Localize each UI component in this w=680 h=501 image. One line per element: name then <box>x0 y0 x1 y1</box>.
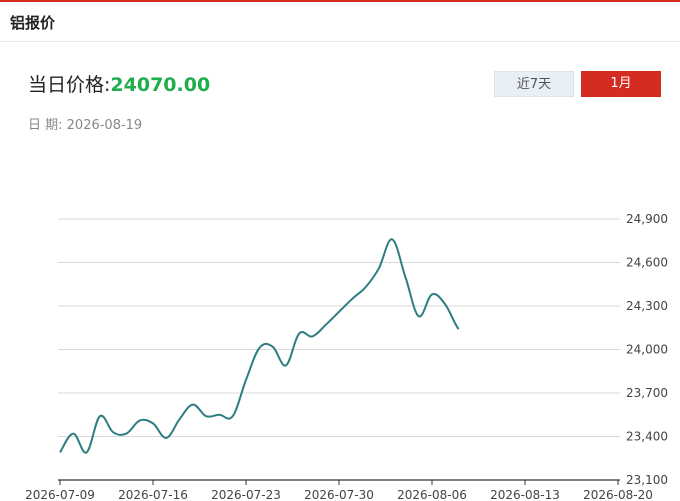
data-point[interactable] <box>297 332 301 336</box>
data-point[interactable] <box>364 285 368 289</box>
price-line-chart: 23,100 23,400 23,700 24,000 24,300 24,600 24,9… <box>25 190 668 501</box>
date-row: 日 期: 2026-08-19 <box>28 114 142 133</box>
tab-7-days[interactable]: 近7天 <box>494 71 574 97</box>
y-tick-label: 23,100 <box>626 473 668 487</box>
data-point[interactable] <box>390 237 394 241</box>
data-point[interactable] <box>138 419 142 423</box>
data-point[interactable] <box>603 190 607 192</box>
data-point[interactable] <box>85 450 89 454</box>
data-point[interactable] <box>204 414 208 418</box>
header-bar: 铝报价 <box>0 2 680 42</box>
data-point[interactable] <box>496 190 500 192</box>
data-point[interactable] <box>124 432 128 436</box>
data-point[interactable] <box>111 430 115 434</box>
price-series-line <box>59 238 460 454</box>
data-point[interactable] <box>244 378 248 382</box>
data-point[interactable] <box>536 190 540 192</box>
data-point[interactable] <box>550 190 554 192</box>
data-point[interactable] <box>71 432 75 436</box>
data-point[interactable] <box>178 417 182 421</box>
x-tick-label: 2026-08-20 <box>583 488 653 501</box>
data-point[interactable] <box>443 303 447 307</box>
data-point[interactable] <box>589 190 593 192</box>
data-point[interactable] <box>58 450 62 454</box>
data-point[interactable] <box>350 297 354 301</box>
data-point[interactable] <box>563 190 567 192</box>
y-tick-label: 23,400 <box>626 430 668 444</box>
data-point[interactable] <box>98 414 102 418</box>
data-point[interactable] <box>257 346 261 350</box>
price-value: 24070.00 <box>110 74 211 96</box>
data-point[interactable] <box>231 414 235 418</box>
data-point[interactable] <box>377 266 381 270</box>
data-point[interactable] <box>271 345 275 349</box>
data-point[interactable] <box>403 275 407 279</box>
x-tick-label: 2026-07-23 <box>211 488 281 501</box>
price-label: 当日价格: <box>28 74 111 96</box>
data-point[interactable] <box>576 190 580 192</box>
x-tick-label: 2026-07-30 <box>304 488 374 501</box>
y-tick-label: 24,300 <box>626 299 668 313</box>
data-point[interactable] <box>310 334 314 338</box>
data-point[interactable] <box>151 421 155 425</box>
data-point[interactable] <box>324 323 328 327</box>
data-point[interactable] <box>483 190 487 192</box>
data-point[interactable] <box>430 292 434 296</box>
x-tick-label: 2026-08-13 <box>490 488 560 501</box>
price-row: 当日价格:24070.00 <box>28 70 210 97</box>
y-tick-label: 23,700 <box>626 386 668 400</box>
data-point[interactable] <box>164 436 168 440</box>
x-tick-label: 2026-07-09 <box>25 488 95 501</box>
y-tick-label: 24,000 <box>626 343 668 357</box>
tab-1-month[interactable]: 1月 <box>581 71 661 97</box>
data-point[interactable] <box>284 363 288 367</box>
data-point[interactable] <box>510 190 514 192</box>
y-tick-label: 24,600 <box>626 256 668 270</box>
page-title: 铝报价 <box>10 14 56 32</box>
date-value: 2026-08-19 <box>66 118 143 133</box>
data-point[interactable] <box>523 190 527 192</box>
date-label: 日 期: <box>28 118 63 133</box>
data-point[interactable] <box>191 403 195 407</box>
data-point[interactable] <box>470 337 474 341</box>
data-point[interactable] <box>457 327 461 331</box>
y-tick-label: 24,900 <box>626 212 668 226</box>
x-tick-label: 2026-08-06 <box>397 488 467 501</box>
data-point[interactable] <box>417 314 421 318</box>
data-point[interactable] <box>337 310 341 314</box>
data-point[interactable] <box>217 413 221 417</box>
x-tick-label: 2026-07-16 <box>118 488 188 501</box>
